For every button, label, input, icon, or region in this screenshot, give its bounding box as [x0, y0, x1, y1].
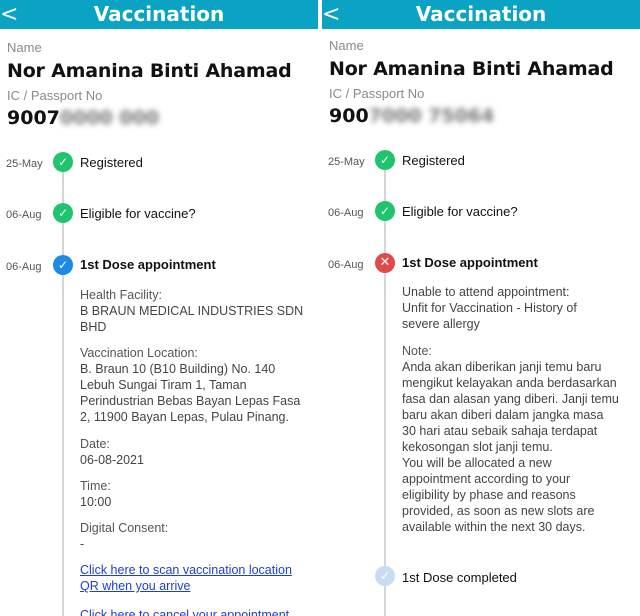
ic-label: IC / Passport No	[7, 88, 103, 103]
check-circle-icon: ✓	[53, 152, 73, 172]
check-circle-icon: ✓	[53, 255, 73, 275]
note-line: mengikut kelayakan anda berdasarkan	[402, 376, 617, 390]
note-line: 30 hari atau sebaik sahaja terdapat	[402, 424, 598, 438]
timeline-date: 06-Aug	[6, 209, 42, 221]
scan-qr-link[interactable]: Click here to scan vaccination location …	[80, 562, 292, 594]
facility-label: Health Facility:	[80, 288, 162, 302]
timeline-date: 06-Aug	[328, 259, 364, 271]
ic-redacted: 0000 000	[59, 107, 160, 129]
page-title: Vaccination	[93, 2, 225, 26]
time-value: 10:00	[80, 495, 112, 509]
ic-redacted: 7000 75064	[368, 105, 495, 127]
date-value: 06-08-2021	[80, 453, 144, 467]
check-circle-icon: ✓	[375, 150, 395, 170]
time-label: Time:	[80, 479, 111, 493]
location-line: Perindustrian Bebas Bayan Lepas Fasa	[80, 394, 301, 408]
page-title: Vaccination	[415, 2, 547, 26]
timeline-date: 25-May	[328, 156, 365, 168]
facility-line: B BRAUN MEDICAL INDUSTRIES SDN	[80, 304, 304, 318]
note-line: fasa dan alasan yang diberi. Janji temu	[402, 392, 619, 406]
date-label: Date:	[80, 437, 110, 451]
timeline-step-registered: Registered	[402, 153, 465, 168]
ic-visible: 9007	[7, 107, 60, 129]
unable-line: Unable to attend appointment:	[402, 285, 570, 299]
timeline-step-first-dose-appointment: 1st Dose appointment	[402, 255, 538, 270]
scan-qr-link-line[interactable]: QR when you arrive	[80, 578, 292, 594]
timeline-step-eligible: Eligible for vaccine?	[402, 204, 518, 219]
note-label: Note:	[402, 344, 432, 358]
app-header: < Vaccination	[322, 0, 640, 29]
timeline-step-first-dose-completed: 1st Dose completed	[402, 570, 517, 585]
facility-line: BHD	[80, 320, 107, 334]
location-line: 2, 11900 Bayan Lepas, Pulau Pinang.	[80, 410, 289, 424]
note-line: Anda akan diberikan janji temu baru	[402, 360, 602, 374]
note-line: You will be allocated a new	[402, 456, 552, 470]
timeline-date: 25-May	[6, 158, 43, 170]
ic-number: 9007000 75064	[329, 105, 494, 127]
check-circle-icon: ✓	[375, 201, 395, 221]
timeline-line	[62, 172, 64, 616]
note-line: baru akan diberi dalam jangka masa	[402, 408, 604, 422]
note-line: provided, as soon as new slots are	[402, 504, 595, 518]
unable-line: severe allergy	[402, 317, 480, 331]
vaccination-location: Vaccination Location: B. Braun 10 (B10 B…	[80, 345, 300, 425]
ic-label: IC / Passport No	[329, 86, 425, 101]
timeline-step-registered: Registered	[80, 155, 143, 170]
unable-line: Unfit for Vaccination - History of	[402, 301, 577, 315]
appointment-time: Time: 10:00	[80, 478, 111, 510]
check-circle-icon: ✓	[53, 203, 73, 223]
split-screenshot: < Vaccination Name Nor Amanina Binti Aha…	[0, 0, 640, 616]
scan-qr-link-line[interactable]: Click here to scan vaccination location	[80, 562, 292, 578]
digital-consent: Digital Consent: -	[80, 520, 168, 552]
note-line: available within the next 30 days.	[402, 520, 586, 534]
patient-name: Nor Amanina Binti Ahamad	[7, 60, 292, 82]
app-header: < Vaccination	[0, 0, 318, 29]
ic-number: 90070000 000	[7, 107, 159, 129]
name-label: Name	[329, 38, 364, 53]
reallocation-note: Note: Anda akan diberikan janji temu bar…	[402, 343, 619, 535]
timeline-step-first-dose-appointment: 1st Dose appointment	[80, 257, 216, 272]
ic-visible: 900	[329, 105, 369, 127]
timeline-date: 06-Aug	[6, 261, 42, 273]
vaccination-panel-right: < Vaccination Name Nor Amanina Binti Aha…	[322, 0, 640, 616]
patient-name: Nor Amanina Binti Ahamad	[329, 58, 614, 80]
vaccination-panel-left: < Vaccination Name Nor Amanina Binti Aha…	[0, 0, 318, 616]
name-label: Name	[7, 40, 42, 55]
unable-reason: Unable to attend appointment: Unfit for …	[402, 284, 577, 332]
check-circle-icon: ✓	[375, 566, 395, 586]
timeline-date: 06-Aug	[328, 207, 364, 219]
appointment-date: Date: 06-08-2021	[80, 436, 144, 468]
consent-label: Digital Consent:	[80, 521, 169, 535]
location-line: B. Braun 10 (B10 Building) No. 140	[80, 362, 276, 376]
cancel-appointment-link[interactable]: Click here to cancel your appointment	[80, 607, 289, 616]
location-line: Lebuh Sungai Tiram 1, Taman	[80, 378, 247, 392]
consent-value: -	[80, 537, 85, 551]
note-line: appointment according to your	[402, 472, 571, 486]
timeline-step-eligible: Eligible for vaccine?	[80, 206, 196, 221]
health-facility: Health Facility: B BRAUN MEDICAL INDUSTR…	[80, 287, 303, 335]
note-line: eligibility by phase and reasons	[402, 488, 576, 502]
note-line: kekosongan slot janji temu.	[402, 440, 553, 454]
location-label: Vaccination Location:	[80, 346, 198, 360]
timeline-line	[384, 170, 386, 616]
x-circle-icon: ✕	[375, 253, 395, 273]
